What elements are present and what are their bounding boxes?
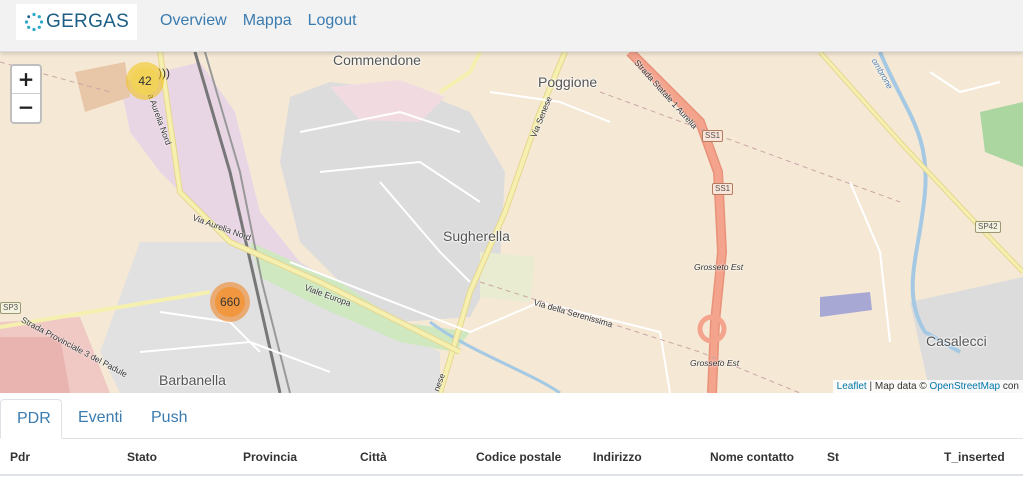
- road-shield: SP42: [975, 221, 1001, 233]
- zoom-in-button[interactable]: +: [12, 66, 40, 94]
- column-header[interactable]: Città: [360, 450, 387, 464]
- column-header[interactable]: Stato: [127, 450, 157, 464]
- marker-cluster[interactable]: 660: [210, 282, 250, 322]
- tab-bar: PDR Eventi Push: [0, 393, 1023, 439]
- nav-links: Overview Mappa Logout: [160, 12, 357, 30]
- road-label: Grosseto Est: [690, 358, 740, 368]
- zoom-control: + −: [10, 64, 42, 124]
- map-view[interactable]: + − 42 ))) 660 Commendone Poggione Sughe…: [0, 52, 1023, 393]
- column-header[interactable]: T_inserted: [944, 450, 1005, 464]
- place-sugherella: Sugherella: [443, 228, 510, 244]
- map-attribution: Leaflet | Map data © OpenStreetMap con: [832, 380, 1023, 393]
- road-label: Grosseto Est: [694, 262, 744, 272]
- column-header[interactable]: Codice postale: [476, 450, 561, 464]
- column-header[interactable]: Pdr: [10, 450, 30, 464]
- navbar: GERGAS Overview Mappa Logout: [0, 0, 1023, 52]
- place-poggione: Poggione: [538, 74, 598, 90]
- brand-name: GERGAS: [46, 11, 130, 32]
- gergas-logo-icon: [24, 12, 44, 32]
- brand-logo[interactable]: GERGAS: [16, 4, 137, 40]
- tab-eventi[interactable]: Eventi: [62, 399, 138, 439]
- osm-link[interactable]: OpenStreetMap: [929, 381, 1000, 392]
- road-shield: SS1: [712, 183, 734, 195]
- leaflet-link[interactable]: Leaflet: [837, 381, 867, 392]
- tab-pdr[interactable]: PDR: [0, 399, 62, 439]
- column-header[interactable]: St: [827, 450, 839, 464]
- attribution-text: | Map data ©: [866, 381, 930, 392]
- marker-cluster[interactable]: 42: [126, 62, 164, 100]
- place-casalecci: Casalecci: [926, 333, 987, 349]
- place-barbanella: Barbanella: [159, 372, 226, 388]
- road-shield: SS1: [702, 130, 724, 142]
- attribution-suffix: con: [1000, 381, 1019, 392]
- nav-overview[interactable]: Overview: [160, 12, 227, 30]
- table-header: Pdr Stato Provincia Città Codice postale…: [0, 440, 1023, 476]
- tab-push[interactable]: Push: [135, 399, 203, 439]
- nav-mappa[interactable]: Mappa: [243, 12, 292, 30]
- marker-cluster-count: 660: [215, 287, 245, 317]
- column-header[interactable]: Provincia: [243, 450, 297, 464]
- nav-logout[interactable]: Logout: [308, 12, 357, 30]
- zoom-out-button[interactable]: −: [12, 94, 40, 122]
- column-header[interactable]: Indirizzo: [593, 450, 642, 464]
- marker-cluster-count: 42: [131, 67, 159, 95]
- road-shield: SP3: [0, 302, 22, 314]
- column-header[interactable]: Nome contatto: [710, 450, 794, 464]
- place-commendone: Commendone: [333, 52, 421, 68]
